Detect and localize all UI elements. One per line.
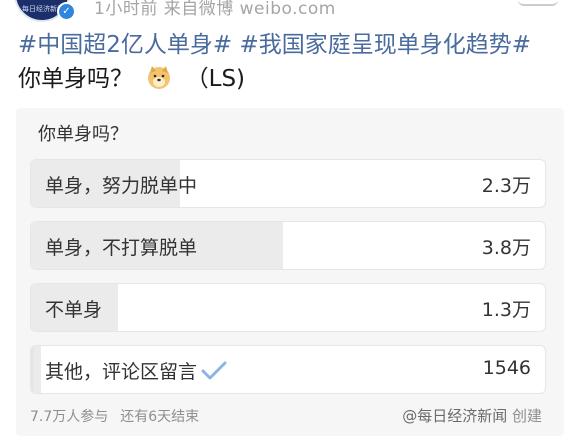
poll-option-label-wrap: 其他，评论区留言: [45, 357, 227, 384]
more-menu-icon[interactable]: [518, 0, 558, 6]
poll-question: 你单身吗？: [38, 124, 128, 145]
poll-option-selected[interactable]: 其他，评论区留言 1546: [30, 345, 546, 394]
post-meta: 每日经济新闻 ✓ 1小时前 来自微博 weibo.com: [0, 0, 578, 22]
participant-count: 7.7万人参与: [30, 409, 109, 425]
post-text: #中国超2亿人单身# #我国家庭呈现单身化趋势# 你单身吗？ （LS): [18, 28, 568, 96]
verified-badge-icon: ✓: [57, 2, 76, 21]
selected-marker: [31, 346, 34, 393]
poll-option[interactable]: 单身，不打算脱单 3.8万: [30, 221, 546, 270]
poll-option-label: 单身，努力脱单中: [45, 175, 198, 197]
poll-option-count: 1546: [482, 357, 531, 379]
poll-option-label: 不单身: [45, 299, 103, 321]
time-remaining: 还有6天结束: [120, 409, 200, 425]
poll-option-label: 单身，不打算脱单: [45, 237, 198, 259]
poll-option-count: 1.3万: [481, 299, 531, 321]
post-question: 你单身吗？: [18, 66, 133, 92]
poll-footer-stats: 7.7万人参与 还有6天结束: [30, 406, 199, 426]
post-suffix: （LS): [185, 66, 246, 92]
poll-option-count: 3.8万: [481, 237, 531, 259]
doge-emoji-icon: [148, 66, 171, 89]
checkmark-icon: [201, 361, 227, 380]
creator-suffix: 创建: [511, 407, 542, 425]
creator-link[interactable]: @每日经济新闻: [402, 407, 507, 425]
poll-option[interactable]: 单身，努力脱单中 2.3万: [30, 159, 546, 208]
hashtag-single-200m[interactable]: #中国超2亿人单身#: [18, 32, 232, 58]
poll-card: 你单身吗？ 单身，努力脱单中 2.3万 单身，不打算脱单 3.8万 不单身 1.…: [16, 108, 564, 436]
poll-option-count: 2.3万: [481, 175, 531, 197]
poll-option[interactable]: 不单身 1.3万: [30, 283, 546, 332]
hashtag-family-single-trend[interactable]: #我国家庭呈现单身化趋势#: [240, 32, 532, 58]
post-timestamp-source: 1小时前 来自微博 weibo.com: [94, 0, 336, 19]
poll-option-label: 其他，评论区留言: [45, 361, 198, 383]
poll-creator: @每日经济新闻 创建: [402, 405, 542, 426]
